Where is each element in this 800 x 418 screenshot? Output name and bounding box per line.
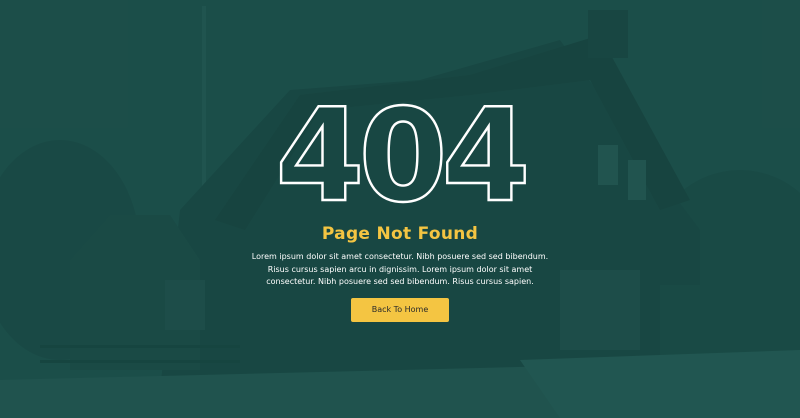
error-code-text: 404	[275, 88, 525, 213]
page-title: Page Not Found	[321, 224, 479, 244]
error-page: 404 Page Not Found Lorem ipsum dolor sit…	[0, 0, 800, 418]
back-to-home-button[interactable]: Back To Home	[351, 298, 449, 322]
error-content: 404 Page Not Found Lorem ipsum dolor sit…	[0, 0, 800, 418]
error-description: Lorem ipsum dolor sit amet consectetur. …	[251, 252, 549, 286]
error-code-outline: 404	[274, 88, 533, 213]
